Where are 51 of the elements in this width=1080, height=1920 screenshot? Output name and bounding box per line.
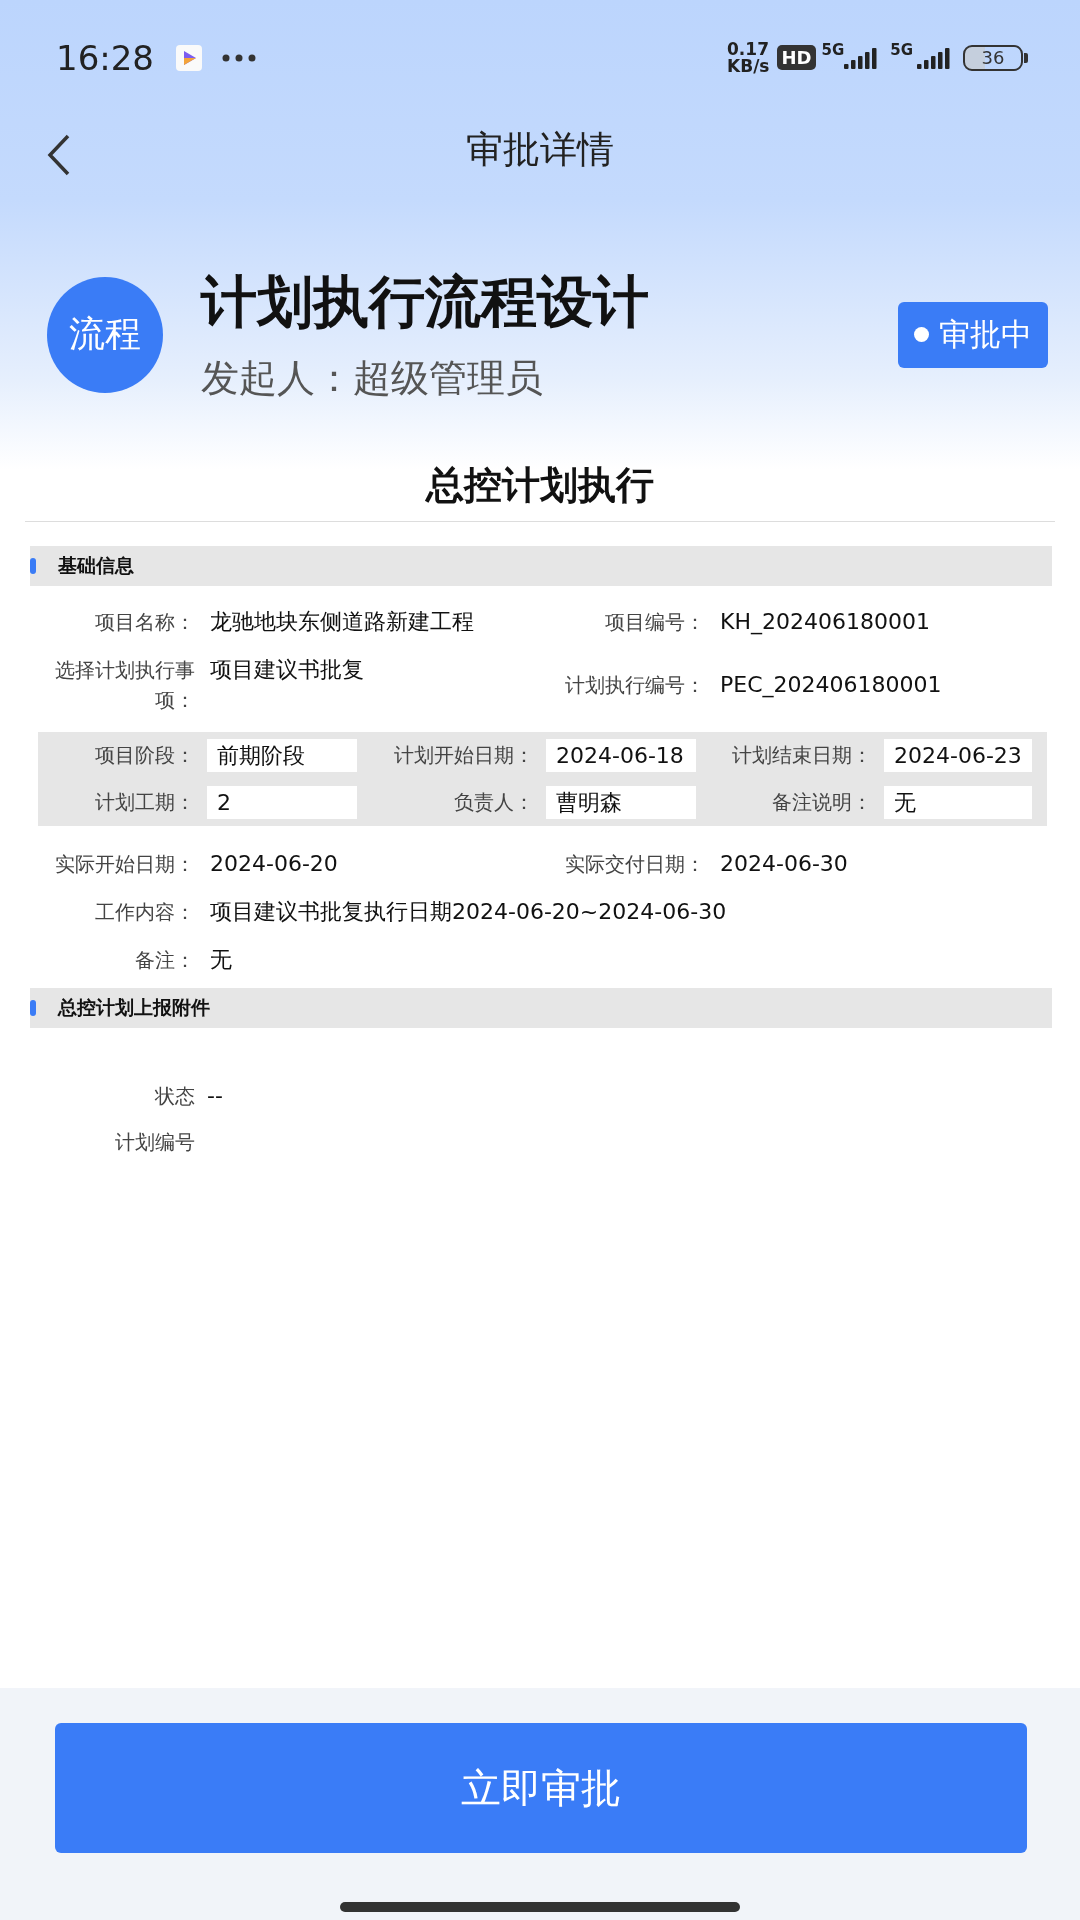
more-icon <box>222 53 256 62</box>
battery-level: 36 <box>963 44 1023 71</box>
field-label: 计划执行编号： <box>564 672 705 699</box>
field-value: 无 <box>210 946 233 974</box>
field-label: 计划编号 <box>115 1130 195 1154</box>
page-title: 审批详情 <box>466 127 614 173</box>
field-label: 状态 <box>155 1084 195 1108</box>
field-value: 项目建议书批复执行日期2024-06-20~2024-06-30 <box>210 898 728 926</box>
field-value: 曹明森 <box>546 786 696 819</box>
network-speed: 0.17 <box>727 40 770 58</box>
field-value: 2024-06-30 <box>720 850 849 878</box>
status-time: 16:28 <box>56 37 154 78</box>
field-value: 项目建议书批复 <box>210 656 365 684</box>
signal-label: 5G <box>890 43 913 58</box>
field-label: 负责人： <box>453 789 534 816</box>
field-value: 2024-06-23 <box>884 739 1032 772</box>
field-label: 项目阶段： <box>94 742 195 769</box>
field-value: 无 <box>884 786 1032 819</box>
field-value: PEC_202406180001 <box>720 671 943 700</box>
field-value: -- <box>207 1082 223 1110</box>
field-label: 实际交付日期： <box>564 851 705 878</box>
field-label: 计划结束日期： <box>731 742 872 769</box>
field-value: 2 <box>207 786 357 819</box>
play-app-icon <box>176 44 202 71</box>
field-label: 计划开始日期： <box>393 742 534 769</box>
field-label: 计划工期： <box>94 789 195 816</box>
field-label: 选择计划执行事项： <box>54 657 195 714</box>
field-value: 2024-06-18 <box>546 739 696 772</box>
field-value: 前期阶段 <box>207 739 357 772</box>
section-header: 总控计划上报附件 <box>30 988 1052 1028</box>
field-value: KH_202406180001 <box>720 608 931 637</box>
process-title: 计划执行流程设计 <box>201 268 650 336</box>
approve-button[interactable]: 立即审批 <box>55 1723 1027 1853</box>
field-label: 项目编号： <box>604 609 705 636</box>
field-value: 龙驰地块东侧道路新建工程 <box>210 608 475 636</box>
field-value: 2024-06-20 <box>210 850 339 878</box>
field-label: 备注： <box>134 947 195 974</box>
speed-unit: KB/s <box>727 57 770 75</box>
field-label: 备注说明： <box>771 789 872 816</box>
hd-badge: HD <box>777 45 816 70</box>
status-badge: 审批中 <box>898 301 1048 368</box>
back-icon[interactable] <box>46 133 72 177</box>
signal-label: 5G <box>821 43 845 58</box>
form-title: 总控计划执行 <box>424 462 655 509</box>
field-label: 项目名称： <box>94 609 195 636</box>
initiator-text: 发起人：超级管理员 <box>201 355 544 402</box>
section-header: 基础信息 <box>30 546 1052 586</box>
signal-icon <box>844 46 879 69</box>
process-avatar: 流程 <box>47 276 163 393</box>
field-label: 实际开始日期： <box>54 851 195 878</box>
field-label: 工作内容： <box>94 899 195 926</box>
